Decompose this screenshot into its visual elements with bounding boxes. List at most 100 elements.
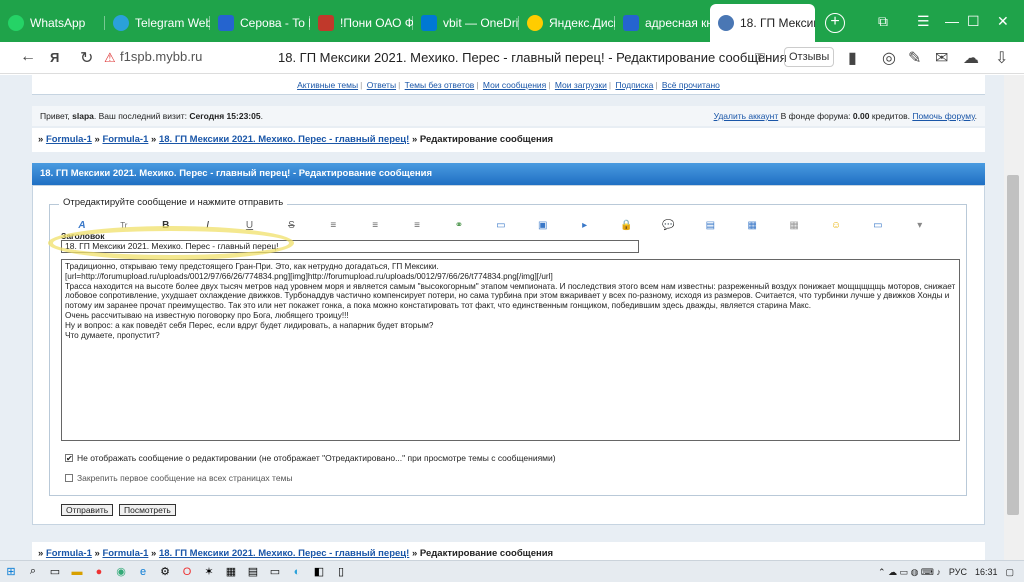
outlook-icon	[623, 15, 639, 31]
opera-icon[interactable]: O	[176, 561, 198, 583]
app5-icon[interactable]: ◧	[308, 561, 330, 583]
greeting-bar: Привет, slapa. Ваш последний визит: Сего…	[32, 106, 985, 126]
hide-edit-notice-checkbox[interactable]: ✔ Не отображать сообщение о редактировани…	[65, 453, 556, 463]
onedrive-icon	[421, 15, 437, 31]
nav-replies[interactable]: Ответы	[367, 80, 396, 90]
settings-icon[interactable]: ⚙	[154, 561, 176, 583]
smiley-icon[interactable]: ☺	[815, 220, 857, 231]
app-icon[interactable]: ✶	[198, 561, 220, 583]
yandex-icon[interactable]: Я	[50, 50, 59, 65]
nav-my-posts[interactable]: Мои сообщения	[483, 80, 546, 90]
mail-icon[interactable]: ✉	[935, 48, 948, 68]
table-icon[interactable]: ▦	[731, 220, 773, 231]
tab-whatsapp[interactable]: WhatsApp	[0, 4, 105, 42]
crumb-topic[interactable]: 18. ГП Мексики 2021. Мехико. Перес - гла…	[159, 134, 409, 145]
explorer-icon[interactable]: ▬	[66, 561, 88, 583]
yandex-browser-icon[interactable]: ●	[88, 561, 110, 583]
bookmark-icon[interactable]: ▮	[848, 48, 857, 68]
scrollbar-thumb[interactable]	[1007, 175, 1019, 515]
media-icon[interactable]: ▸	[564, 220, 606, 231]
highlight-annotation	[48, 226, 294, 260]
address-bar: ← Я ↻ ⚠ f1spb.mybb.ru 18. ГП Мексики 202…	[0, 42, 1024, 74]
nav-subscription[interactable]: Подписка	[615, 80, 653, 90]
task-view-icon[interactable]: ▭	[44, 561, 66, 583]
reviews-label: Отзывы	[789, 51, 830, 63]
new-tab-button[interactable]: +	[825, 13, 845, 33]
pin-first-post-checkbox[interactable]: Закрепить первое сообщение на всех стран…	[65, 473, 293, 483]
language-indicator[interactable]: РУС	[949, 567, 967, 577]
edge-icon[interactable]: e	[132, 561, 154, 583]
search-icon[interactable]: ⌕	[22, 561, 44, 583]
notification-icon[interactable]: ▢	[1005, 567, 1014, 578]
list-icon[interactable]: ☰	[917, 0, 930, 42]
crumb-formula1[interactable]: Formula-1	[46, 134, 92, 145]
quote-icon[interactable]: 💬	[647, 220, 689, 231]
close-window-button[interactable]: ✕	[997, 0, 1009, 42]
nav-unanswered[interactable]: Темы без ответов	[405, 80, 475, 90]
nav-mark-read[interactable]: Всё прочитано	[662, 80, 720, 90]
maximize-button[interactable]: ☐	[967, 0, 980, 42]
align-right-icon[interactable]: ≡	[396, 220, 438, 231]
link-icon[interactable]: ⚭	[438, 220, 480, 231]
app2-icon[interactable]: ▦	[220, 561, 242, 583]
forum-icon	[718, 15, 734, 31]
back-icon[interactable]: ←	[20, 48, 36, 66]
pin-icon[interactable]: ⧉	[878, 0, 888, 42]
url-field[interactable]: f1spb.mybb.ru	[120, 49, 202, 64]
message-line: Что думаете, пропустит?	[65, 330, 160, 340]
preview-button[interactable]: Посмотреть	[119, 504, 176, 516]
app4-icon[interactable]: ▭	[264, 561, 286, 583]
help-forum-link[interactable]: Помочь форуму	[912, 111, 974, 121]
download-icon[interactable]: ⇩	[995, 48, 1008, 68]
warning-icon[interactable]: ⚠	[104, 50, 116, 66]
tab-onedrive[interactable]: vbit — OneDrive	[413, 4, 519, 42]
extension-icon[interactable]: ✎	[908, 48, 921, 68]
tab-poni[interactable]: !Пони ОАО Фрей	[310, 4, 413, 42]
app6-icon[interactable]: ▯	[330, 561, 352, 583]
nav-active-topics[interactable]: Активные темы	[297, 80, 358, 90]
crumb-topic[interactable]: 18. ГП Мексики 2021. Мехико. Перес - гла…	[159, 548, 409, 559]
telegram-task-icon[interactable]: ◐	[286, 561, 308, 583]
chrome-icon[interactable]: ◉	[110, 561, 132, 583]
upload-icon[interactable]: ▭	[857, 220, 899, 231]
checkbox-icon[interactable]	[65, 474, 73, 482]
image-icon[interactable]: ▭	[480, 220, 522, 231]
crumb-formula1-sub[interactable]: Formula-1	[102, 134, 148, 145]
tab-todo[interactable]: Серова - To Do	[210, 4, 310, 42]
reviews-button[interactable]: Отзывы	[784, 47, 835, 67]
crumb-formula1-sub[interactable]: Formula-1	[102, 548, 148, 559]
message-textarea[interactable]: Традиционно, открываю тему предстоящего …	[61, 259, 960, 441]
tab-address-book[interactable]: адресная книга	[615, 4, 710, 42]
minimize-button[interactable]: —	[945, 0, 959, 42]
lock-icon[interactable]: ⚿	[755, 50, 765, 66]
crumb-formula1[interactable]: Formula-1	[46, 548, 92, 559]
video-icon[interactable]: ▣	[522, 220, 564, 231]
tab-telegram[interactable]: Telegram Web	[105, 4, 210, 42]
telegram-icon	[113, 15, 129, 31]
breadcrumb-bottom: » Formula-1 » Formula-1 » 18. ГП Мексики…	[32, 542, 985, 560]
tray-icons[interactable]: ⌃ ☁ ▭ ◍ ⌨ ♪	[878, 567, 941, 578]
hide-icon[interactable]: 🔒	[606, 220, 648, 231]
tab-yandex-disk[interactable]: Яндекс.Диск	[519, 4, 615, 42]
todo-icon	[218, 15, 234, 31]
checkbox-checked-icon[interactable]: ✔	[65, 454, 73, 463]
tab-current[interactable]: 18. ГП Мексики✕	[710, 4, 815, 42]
spoiler-icon[interactable]: ▦	[773, 220, 815, 231]
forum-nav: Активные темы | Ответы | Темы без ответов |…	[32, 75, 985, 95]
align-center-icon[interactable]: ≡	[354, 220, 396, 231]
message-line: Очень рассчитываю на известную поговорку…	[65, 310, 349, 320]
submit-button[interactable]: Отправить	[61, 504, 114, 516]
reload-icon[interactable]: ↻	[80, 48, 93, 68]
delete-account-link[interactable]: Удалить аккаунт	[714, 111, 779, 121]
downloads-icon[interactable]: ☁	[963, 48, 979, 68]
globe-icon[interactable]: ◎	[882, 48, 896, 68]
code-icon[interactable]: ▤	[689, 220, 731, 231]
start-icon[interactable]: ⊞	[0, 561, 22, 583]
whatsapp-icon	[8, 15, 24, 31]
strike-icon[interactable]: S	[270, 220, 312, 231]
nav-my-uploads[interactable]: Мои загрузки	[555, 80, 607, 90]
align-left-icon[interactable]: ≡	[312, 220, 354, 231]
app3-icon[interactable]: ▤	[242, 561, 264, 583]
more-icon[interactable]: ▾	[899, 220, 941, 231]
clock[interactable]: 16:31	[975, 567, 998, 577]
